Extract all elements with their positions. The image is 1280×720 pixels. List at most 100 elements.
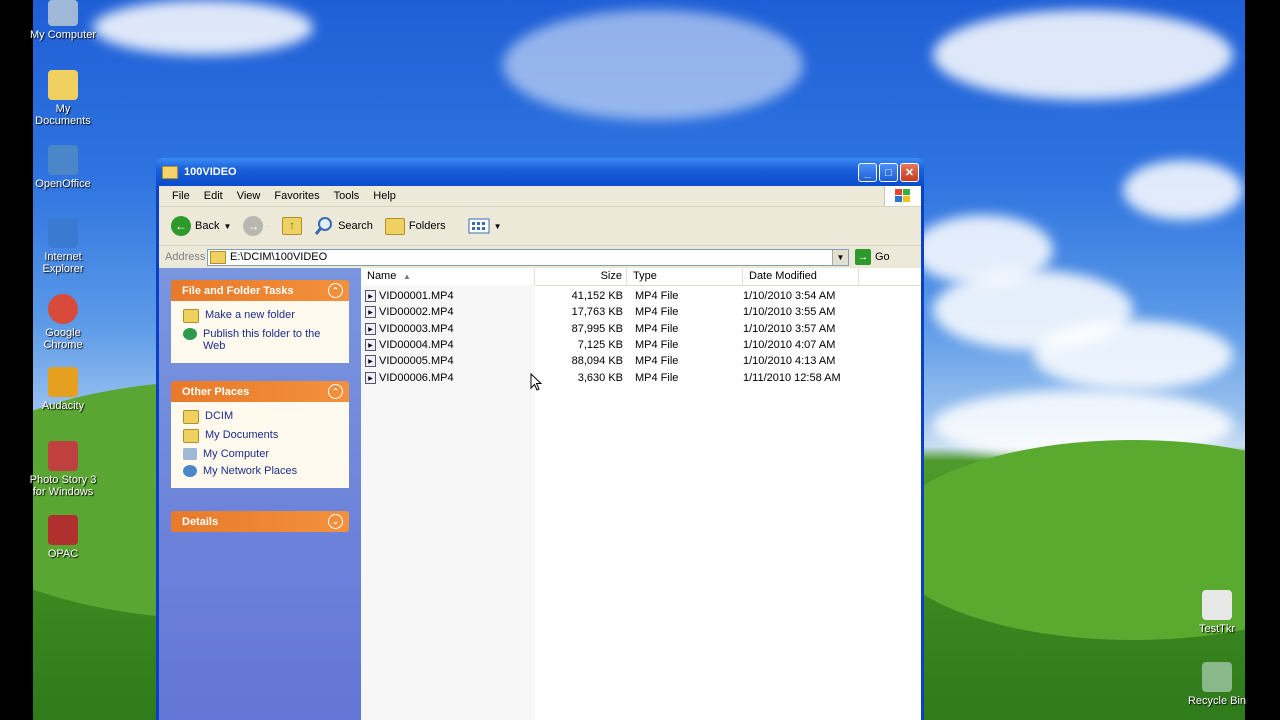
close-button[interactable]: ✕ — [900, 163, 919, 182]
cloud — [1033, 320, 1233, 390]
maximize-button[interactable]: □ — [879, 163, 898, 182]
menu-tools[interactable]: Tools — [327, 190, 367, 202]
make-new-folder-link[interactable]: Make a new folder — [183, 307, 339, 326]
computer-icon — [183, 448, 197, 460]
file-name: VID00001.MP4 — [379, 290, 454, 303]
file-date: 1/10/2010 4:07 AM — [743, 339, 836, 352]
column-size[interactable]: Size — [535, 268, 627, 285]
back-button[interactable]: ← Back ▼ — [167, 213, 235, 239]
desktop-icon-google-chrome[interactable]: Google Chrome — [28, 294, 98, 351]
place-my-computer[interactable]: My Computer — [183, 446, 339, 463]
file-size: 87,995 KB — [571, 322, 623, 335]
cloud — [93, 0, 313, 55]
file-row[interactable]: ▶ VID00003.MP4 87,995 KB MP4 File 1/10/20… — [361, 321, 921, 337]
file-type: MP4 File — [635, 290, 679, 303]
menu-edit[interactable]: Edit — [197, 190, 230, 202]
desktop-icon-my-documents[interactable]: My Documents — [28, 70, 98, 127]
file-folder-tasks-header[interactable]: File and Folder Tasks ⌃ — [171, 280, 349, 301]
column-date-modified[interactable]: Date Modified — [743, 268, 859, 285]
desktop-icon-label: Google Chrome — [43, 327, 83, 351]
desktop-icon-label: TestTkr — [1198, 623, 1236, 635]
place-my-network-places[interactable]: My Network Places — [183, 463, 339, 480]
other-places-panel: Other Places ⌃ DCIM My Documents My Comp… — [171, 381, 349, 488]
file-row[interactable]: ▶ VID00006.MP4 3,630 KB MP4 File 1/11/201… — [361, 369, 921, 385]
file-row[interactable]: ▶ VID00004.MP4 7,125 KB MP4 File 1/10/201… — [361, 337, 921, 353]
windows-logo-icon — [884, 186, 921, 206]
globe-icon — [183, 328, 197, 340]
collapse-icon[interactable]: ⌃ — [328, 384, 343, 399]
folders-button[interactable]: Folders — [381, 215, 450, 238]
back-label: Back — [195, 220, 220, 232]
chevron-down-icon: ▼ — [223, 221, 232, 231]
file-row[interactable]: ▶ VID00005.MP4 88,094 KB MP4 File 1/10/20… — [361, 353, 921, 369]
video-file-icon: ▶ — [365, 322, 376, 335]
forward-arrow-icon: → — [243, 216, 264, 236]
file-list: Name ▲ Size Type Date Modified ▶ VID00001… — [361, 268, 921, 720]
file-date: 1/10/2010 3:57 AM — [743, 322, 836, 335]
cloud — [503, 10, 803, 120]
desktop-icon-openoffice[interactable]: OpenOffice — [28, 145, 98, 190]
minimize-button[interactable]: _ — [858, 163, 877, 182]
file-folder-tasks-panel: File and Folder Tasks ⌃ Make a new folde… — [171, 280, 349, 363]
search-button[interactable]: Search — [310, 213, 377, 239]
collapse-icon[interactable]: ⌃ — [328, 283, 343, 298]
folders-label: Folders — [408, 220, 446, 232]
file-row[interactable]: ▶ VID00001.MP4 41,152 KB MP4 File 1/10/20… — [361, 288, 921, 304]
desktop-icon-my-computer[interactable]: My Computer — [28, 0, 98, 41]
address-bar: Address E:\DCIM\100VIDEO ▼ → Go — [159, 246, 921, 269]
views-button[interactable]: ▼ — [464, 215, 506, 237]
chevron-down-icon: ▼ — [493, 221, 502, 231]
file-row[interactable]: ▶ VID00002.MP4 17,763 KB MP4 File 1/10/20… — [361, 304, 921, 320]
desktop-icon-label: OpenOffice — [35, 178, 91, 190]
desktop-icon-label: Audacity — [41, 400, 85, 412]
file-size: 3,630 KB — [577, 371, 623, 384]
address-input[interactable]: E:\DCIM\100VIDEO ▼ — [207, 248, 849, 266]
column-label: Size — [600, 270, 622, 282]
details-header[interactable]: Details ⌄ — [171, 511, 349, 532]
menu-favorites[interactable]: Favorites — [267, 190, 326, 202]
column-headers: Name ▲ Size Type Date Modified — [361, 268, 921, 286]
desktop-icon-opac[interactable]: OPAC — [28, 515, 98, 560]
documents-icon — [48, 70, 78, 100]
place-my-documents[interactable]: My Documents — [183, 427, 339, 446]
audacity-icon — [48, 367, 78, 397]
desktop-icon-internet-explorer[interactable]: Internet Explorer — [28, 218, 98, 275]
new-folder-icon — [183, 309, 199, 323]
other-places-header[interactable]: Other Places ⌃ — [171, 381, 349, 402]
video-file-icon: ▶ — [365, 306, 376, 319]
desktop-icon-recycle-bin[interactable]: Recycle Bin — [1182, 662, 1252, 707]
place-dcim[interactable]: DCIM — [183, 408, 339, 427]
expand-icon[interactable]: ⌄ — [328, 514, 343, 529]
documents-icon — [183, 429, 199, 443]
desktop-icon-audacity[interactable]: Audacity — [28, 367, 98, 412]
file-type: MP4 File — [635, 371, 679, 384]
testtkr-icon — [1202, 590, 1232, 620]
column-name[interactable]: Name ▲ — [361, 268, 535, 285]
go-button[interactable]: → Go — [855, 249, 890, 265]
column-label: Type — [633, 270, 657, 282]
file-date: 1/10/2010 3:54 AM — [743, 290, 836, 303]
column-type[interactable]: Type — [627, 268, 743, 285]
sort-ascending-icon: ▲ — [403, 272, 411, 281]
file-name: VID00002.MP4 — [379, 306, 454, 319]
address-dropdown-button[interactable]: ▼ — [832, 249, 848, 265]
task-pane: File and Folder Tasks ⌃ Make a new folde… — [159, 268, 361, 720]
desktop-icon-testtkr[interactable]: TestTkr — [1182, 590, 1252, 635]
folder-up-icon: ↑ — [282, 217, 303, 235]
forward-button[interactable]: → · — [239, 213, 274, 239]
desktop-icon-photo-story[interactable]: Photo Story 3 for Windows — [28, 441, 98, 498]
title-bar[interactable]: 100VIDEO _ □ ✕ — [156, 158, 924, 186]
folders-icon — [384, 217, 405, 235]
go-arrow-icon: → — [855, 249, 871, 265]
file-name: VID00004.MP4 — [379, 339, 454, 352]
place-label: My Computer — [203, 448, 270, 460]
panel-title: Other Places — [182, 385, 250, 398]
address-value: E:\DCIM\100VIDEO — [230, 251, 328, 263]
file-type: MP4 File — [635, 306, 679, 319]
explorer-window: 100VIDEO _ □ ✕ File Edit View Favorites … — [156, 158, 924, 720]
menu-file[interactable]: File — [165, 190, 197, 202]
publish-web-link[interactable]: Publish this folder to the Web — [183, 326, 339, 355]
menu-help[interactable]: Help — [366, 190, 403, 202]
up-button[interactable]: ↑ — [278, 214, 306, 238]
menu-view[interactable]: View — [230, 190, 268, 202]
